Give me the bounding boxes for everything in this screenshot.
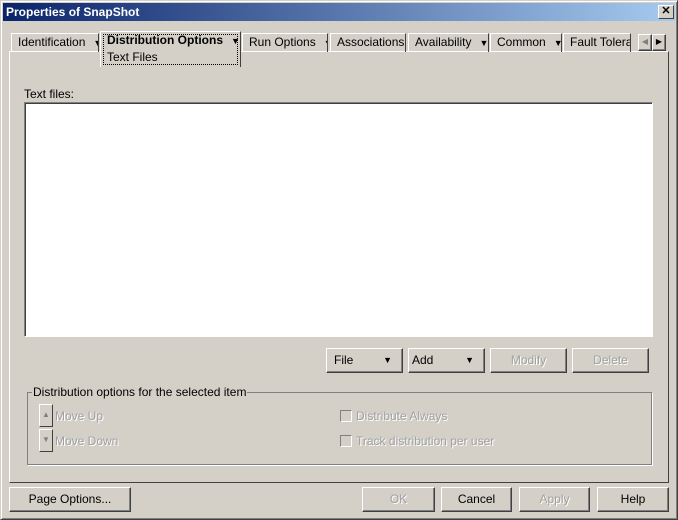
tab-scroll-left-button[interactable]: ◀ xyxy=(638,34,652,51)
dropdown-arrow-icon: ▼ xyxy=(479,38,489,48)
track-distribution-label: Track distribution per user xyxy=(356,434,495,448)
button-label: File xyxy=(334,353,354,367)
track-distribution-checkbox[interactable] xyxy=(340,435,352,447)
tab-associations[interactable]: Associations xyxy=(330,33,406,52)
tab-label: Availability xyxy=(415,35,472,49)
add-menu-button[interactable]: Add ▼ xyxy=(408,348,485,373)
move-up-button[interactable]: Move Up xyxy=(55,409,103,423)
dropdown-arrow-icon: ▼ xyxy=(553,38,562,48)
page-options-button[interactable]: Page Options... xyxy=(9,487,131,512)
ok-button[interactable]: OK xyxy=(362,487,435,512)
help-button[interactable]: Help xyxy=(597,487,669,512)
dropdown-arrow-icon: ▼ xyxy=(324,38,327,48)
title-bar: Properties of SnapShot xyxy=(3,3,675,21)
text-files-list[interactable] xyxy=(24,102,653,337)
tab-identification[interactable]: Identification ▼ xyxy=(11,33,99,52)
distribute-always-checkbox[interactable] xyxy=(340,410,352,422)
tab-label: Associations xyxy=(337,35,405,49)
close-button[interactable]: ✕ xyxy=(658,5,674,19)
group-title: Distribution options for the selected it… xyxy=(32,385,248,399)
tab-distribution-options[interactable]: Distribution Options ▼ Text Files xyxy=(100,31,241,67)
move-up-arrow-icon[interactable]: ▲ xyxy=(39,404,53,427)
file-menu-button[interactable]: File ▼ xyxy=(326,348,403,373)
apply-button[interactable]: Apply xyxy=(519,487,590,512)
tab-label: Common xyxy=(497,35,546,49)
tab-scroll-right-button[interactable]: ▶ xyxy=(652,34,666,51)
move-down-button[interactable]: Move Down xyxy=(55,434,118,448)
tab-common[interactable]: Common ▼ xyxy=(490,33,562,52)
dropdown-arrow-icon: ▼ xyxy=(93,38,98,48)
delete-button[interactable]: Delete xyxy=(572,348,649,373)
distribution-options-group xyxy=(27,392,652,465)
dropdown-arrow-icon: ▼ xyxy=(383,355,392,365)
move-down-arrow-icon[interactable]: ▼ xyxy=(39,429,53,452)
tab-label: Fault Toleran xyxy=(570,35,630,49)
text-files-label: Text files: xyxy=(24,87,75,101)
tab-availability[interactable]: Availability ▼ xyxy=(408,33,489,52)
tab-run-options[interactable]: Run Options ▼ xyxy=(242,33,328,52)
tab-label: Identification xyxy=(18,35,86,49)
button-label: Add xyxy=(412,353,434,367)
window-title: Properties of SnapShot xyxy=(6,5,140,19)
dropdown-arrow-icon: ▼ xyxy=(465,355,474,365)
tab-label: Run Options xyxy=(249,35,316,49)
tab-fault-tolerance[interactable]: Fault Toleran xyxy=(563,33,631,52)
distribute-always-label: Distribute Always xyxy=(356,409,448,423)
cancel-button[interactable]: Cancel xyxy=(441,487,512,512)
modify-button[interactable]: Modify xyxy=(490,348,567,373)
